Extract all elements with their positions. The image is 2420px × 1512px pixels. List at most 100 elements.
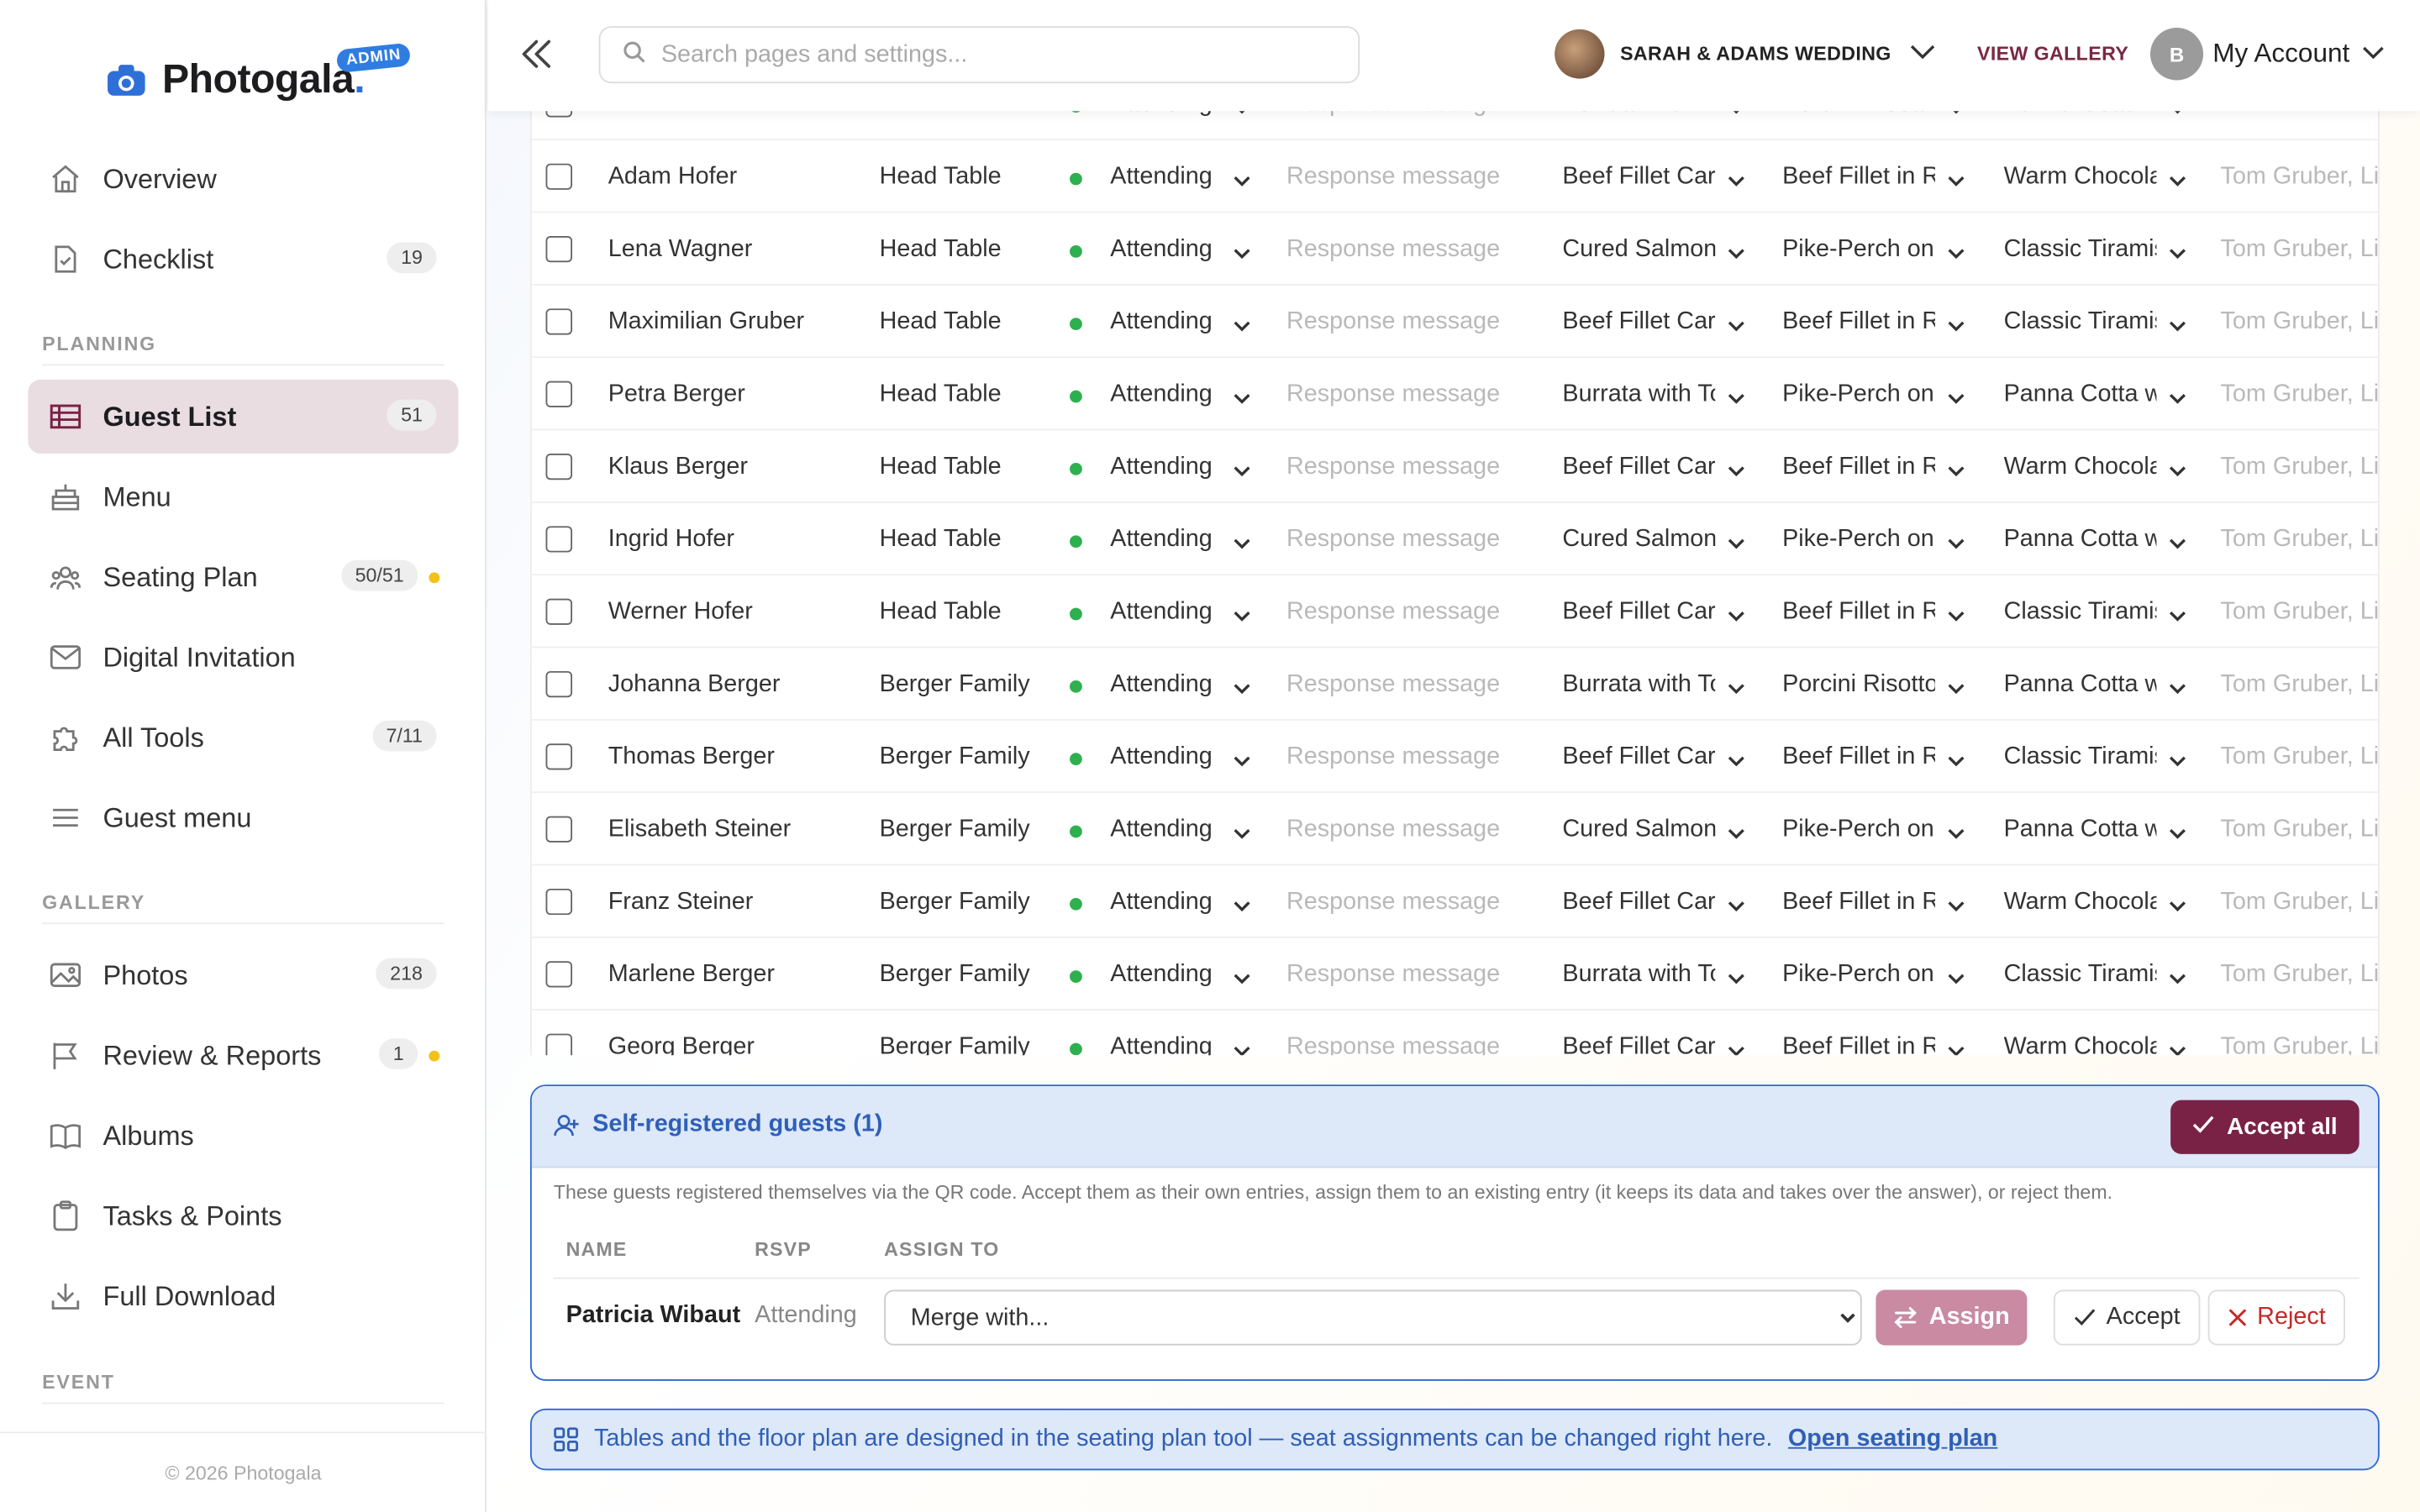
chevron-down-icon[interactable] bbox=[2169, 819, 2186, 847]
main-course-select[interactable]: Beef Fillet in Red Wine bbox=[1782, 286, 1935, 358]
dessert-select[interactable]: Warm Chocolate bbox=[2004, 1011, 2157, 1056]
chevron-down-icon[interactable] bbox=[2169, 1037, 2186, 1056]
chevron-down-icon[interactable] bbox=[1948, 601, 1965, 629]
dessert-select[interactable]: Warm Chocolate bbox=[2004, 140, 2157, 213]
dessert-select[interactable]: Panna Cotta with bbox=[2004, 793, 2157, 865]
row-checkbox[interactable] bbox=[545, 888, 573, 916]
chevron-down-icon[interactable] bbox=[1234, 675, 1250, 702]
merge-with-select[interactable]: Merge with... bbox=[884, 1289, 1862, 1346]
starter-select[interactable]: Cured Salmon bbox=[1562, 793, 1715, 865]
chevron-down-icon[interactable] bbox=[1728, 166, 1744, 194]
search-input[interactable] bbox=[660, 40, 1317, 69]
dessert-select[interactable]: Warm Chocolate bbox=[2004, 865, 2157, 937]
starter-select[interactable]: Beef Fillet Carpaccio bbox=[1562, 286, 1715, 358]
main-course-select[interactable]: Pike-Perch on bbox=[1782, 503, 1935, 575]
chevron-down-icon[interactable] bbox=[1948, 529, 1965, 557]
starter-select[interactable]: Burrata with Tomatoes bbox=[1562, 358, 1715, 430]
rsvp-select[interactable]: Attending bbox=[1110, 575, 1250, 648]
chevron-down-icon[interactable] bbox=[1234, 1037, 1250, 1056]
main-course-select[interactable]: Porcini Risotto bbox=[1782, 648, 1935, 720]
starter-select[interactable]: Beef Fillet Carpaccio bbox=[1562, 1011, 1715, 1056]
response-message-input[interactable]: Response message bbox=[1286, 648, 1520, 720]
row-checkbox[interactable] bbox=[545, 816, 573, 843]
chevron-down-icon[interactable] bbox=[1234, 166, 1250, 194]
chevron-down-icon[interactable] bbox=[1728, 312, 1744, 339]
search-box[interactable] bbox=[598, 26, 1360, 84]
accept-all-button[interactable]: Accept all bbox=[2170, 1100, 2360, 1154]
assign-button[interactable]: Assign bbox=[1876, 1289, 2028, 1346]
chevron-down-icon[interactable] bbox=[1234, 964, 1250, 992]
starter-select[interactable]: Burrata with Tomatoes bbox=[1562, 648, 1715, 720]
dessert-select[interactable]: Classic Tiramisu bbox=[2004, 938, 2157, 1011]
rsvp-select[interactable]: Attending bbox=[1110, 286, 1250, 358]
chevron-down-icon[interactable] bbox=[1728, 239, 1744, 267]
chevron-down-icon[interactable] bbox=[1948, 312, 1965, 339]
starter-select[interactable]: Burrata with Tomatoes bbox=[1562, 938, 1715, 1011]
sidebar-item-full-download[interactable]: Full Download bbox=[28, 1259, 458, 1333]
event-switcher[interactable]: SARAH & ADAMS WEDDING bbox=[1555, 29, 1935, 79]
response-message-input[interactable]: Response message bbox=[1286, 938, 1520, 1011]
sidebar-item-photos[interactable]: Photos 218 bbox=[28, 938, 458, 1012]
accept-button[interactable]: Accept bbox=[2053, 1289, 2201, 1346]
chevron-down-icon[interactable] bbox=[1234, 747, 1250, 774]
dessert-select[interactable]: Classic Tiramisu bbox=[2004, 575, 2157, 648]
row-checkbox[interactable] bbox=[545, 381, 573, 407]
chevron-down-icon[interactable] bbox=[1948, 384, 1965, 412]
main-course-select[interactable]: Pike-Perch on bbox=[1782, 358, 1935, 430]
rsvp-select[interactable]: Attending bbox=[1110, 430, 1250, 502]
main-course-select[interactable]: Beef Fillet in Red Wine bbox=[1782, 721, 1935, 793]
dessert-select[interactable]: Classic Tiramisu bbox=[2004, 721, 2157, 793]
sidebar-item-overview[interactable]: Overview bbox=[28, 142, 458, 216]
chevron-down-icon[interactable] bbox=[1234, 892, 1250, 920]
row-checkbox[interactable] bbox=[545, 453, 573, 480]
rsvp-select[interactable]: Attending bbox=[1110, 721, 1250, 793]
dessert-select[interactable]: Panna Cotta with bbox=[2004, 648, 2157, 720]
chevron-down-icon[interactable] bbox=[1234, 601, 1250, 629]
response-message-input[interactable]: Response message bbox=[1286, 213, 1520, 285]
rsvp-select[interactable]: Attending bbox=[1110, 793, 1250, 865]
row-checkbox[interactable] bbox=[545, 236, 573, 263]
starter-select[interactable]: Beef Fillet Carpaccio bbox=[1562, 721, 1715, 793]
main-course-select[interactable]: Beef Fillet in Red Wine bbox=[1782, 140, 1935, 213]
main-course-select[interactable]: Pike-Perch on bbox=[1782, 793, 1935, 865]
sidebar-item-review-reports[interactable]: Review & Reports 1 bbox=[28, 1018, 458, 1092]
chevron-down-icon[interactable] bbox=[2169, 675, 2186, 702]
starter-select[interactable]: Beef Fillet Carpaccio bbox=[1562, 430, 1715, 502]
sidebar-item-tasks-points[interactable]: Tasks & Points bbox=[28, 1179, 458, 1252]
sidebar-item-guest-menu[interactable]: Guest menu bbox=[28, 780, 458, 854]
chevron-down-icon[interactable] bbox=[1948, 239, 1965, 267]
dessert-select[interactable]: Warm Chocolate bbox=[2004, 430, 2157, 502]
chevron-down-icon[interactable] bbox=[1728, 1037, 1744, 1056]
rsvp-select[interactable]: Attending bbox=[1110, 213, 1250, 285]
row-checkbox[interactable] bbox=[545, 961, 573, 988]
dessert-select[interactable]: Classic Tiramisu bbox=[2004, 286, 2157, 358]
rsvp-select[interactable]: Attending bbox=[1110, 938, 1250, 1011]
sidebar-item-digital-invitation[interactable]: Digital Invitation bbox=[28, 620, 458, 694]
main-course-select[interactable]: Beef Fillet in Red Wine bbox=[1782, 865, 1935, 937]
sidebar-item-guest-list[interactable]: Guest List 51 bbox=[28, 379, 459, 454]
row-checkbox[interactable] bbox=[545, 526, 573, 553]
chevron-down-icon[interactable] bbox=[2169, 384, 2186, 412]
chevron-down-icon[interactable] bbox=[1234, 529, 1250, 557]
response-message-input[interactable]: Response message bbox=[1286, 286, 1520, 358]
starter-select[interactable]: Beef Fillet Carpaccio bbox=[1562, 865, 1715, 937]
response-message-input[interactable]: Response message bbox=[1286, 721, 1520, 793]
row-checkbox[interactable] bbox=[545, 743, 573, 770]
response-message-input[interactable]: Response message bbox=[1286, 793, 1520, 865]
chevron-down-icon[interactable] bbox=[1234, 457, 1250, 485]
view-gallery-link[interactable]: VIEW GALLERY bbox=[1977, 43, 2128, 65]
rsvp-select[interactable]: Attending bbox=[1110, 865, 1250, 937]
chevron-down-icon[interactable] bbox=[1234, 312, 1250, 339]
dessert-select[interactable]: Panna Cotta with bbox=[2004, 503, 2157, 575]
reject-button[interactable]: Reject bbox=[2207, 1289, 2345, 1346]
chevron-down-icon[interactable] bbox=[2169, 166, 2186, 194]
chevron-down-icon[interactable] bbox=[2169, 457, 2186, 485]
dessert-select[interactable]: Classic Tiramisu bbox=[2004, 213, 2157, 285]
response-message-input[interactable]: Response message bbox=[1286, 358, 1520, 430]
rsvp-select[interactable]: Attending bbox=[1110, 1011, 1250, 1056]
chevron-down-icon[interactable] bbox=[1728, 747, 1744, 774]
chevron-down-icon[interactable] bbox=[2169, 892, 2186, 920]
chevron-down-icon[interactable] bbox=[1948, 819, 1965, 847]
response-message-input[interactable]: Response message bbox=[1286, 575, 1520, 648]
response-message-input[interactable]: Response message bbox=[1286, 140, 1520, 213]
